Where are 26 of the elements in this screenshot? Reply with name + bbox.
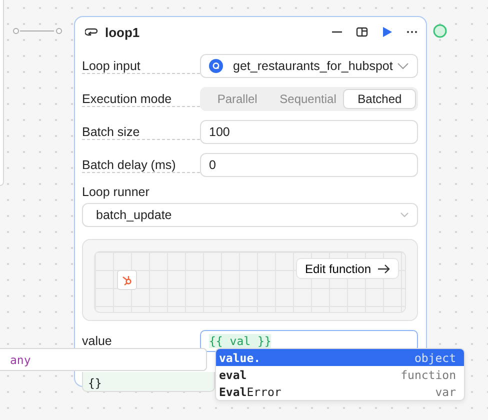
- arrow-icon: [377, 264, 390, 274]
- chevron-icon: [400, 212, 409, 218]
- field-label: Loop input: [82, 58, 200, 74]
- hub-icon: [121, 274, 133, 286]
- field-label: value: [82, 334, 112, 348]
- chevron-icon: [397, 62, 409, 70]
- field-label: Batch size: [82, 124, 200, 140]
- loop-icon: [85, 26, 99, 38]
- query-icon: [209, 59, 223, 73]
- connector-line: [11, 27, 65, 35]
- suggestion-item[interactable]: eval function: [216, 366, 464, 383]
- select-field[interactable]: get_restaurants_for_hubspot: [200, 54, 418, 78]
- mode-tab[interactable]: Batched: [343, 89, 416, 109]
- panel-icon[interactable]: [356, 26, 368, 38]
- suggestion-item[interactable]: EvalError var: [216, 383, 464, 400]
- node-title: loop1: [105, 24, 141, 40]
- input-field[interactable]: 100: [200, 120, 418, 144]
- suggestion-item[interactable]: value. object: [216, 349, 464, 366]
- result-preview: {}: [82, 372, 215, 392]
- runner-select[interactable]: batch_update: [82, 203, 418, 227]
- play-icon[interactable]: [381, 26, 393, 38]
- edit-function-button[interactable]: Edit function: [296, 258, 399, 279]
- field-label: Batch delay (ms): [82, 158, 200, 172]
- type-tooltip: any: [0, 348, 207, 371]
- input-field[interactable]: 0: [200, 153, 418, 177]
- field-label: Loop runner: [82, 185, 150, 199]
